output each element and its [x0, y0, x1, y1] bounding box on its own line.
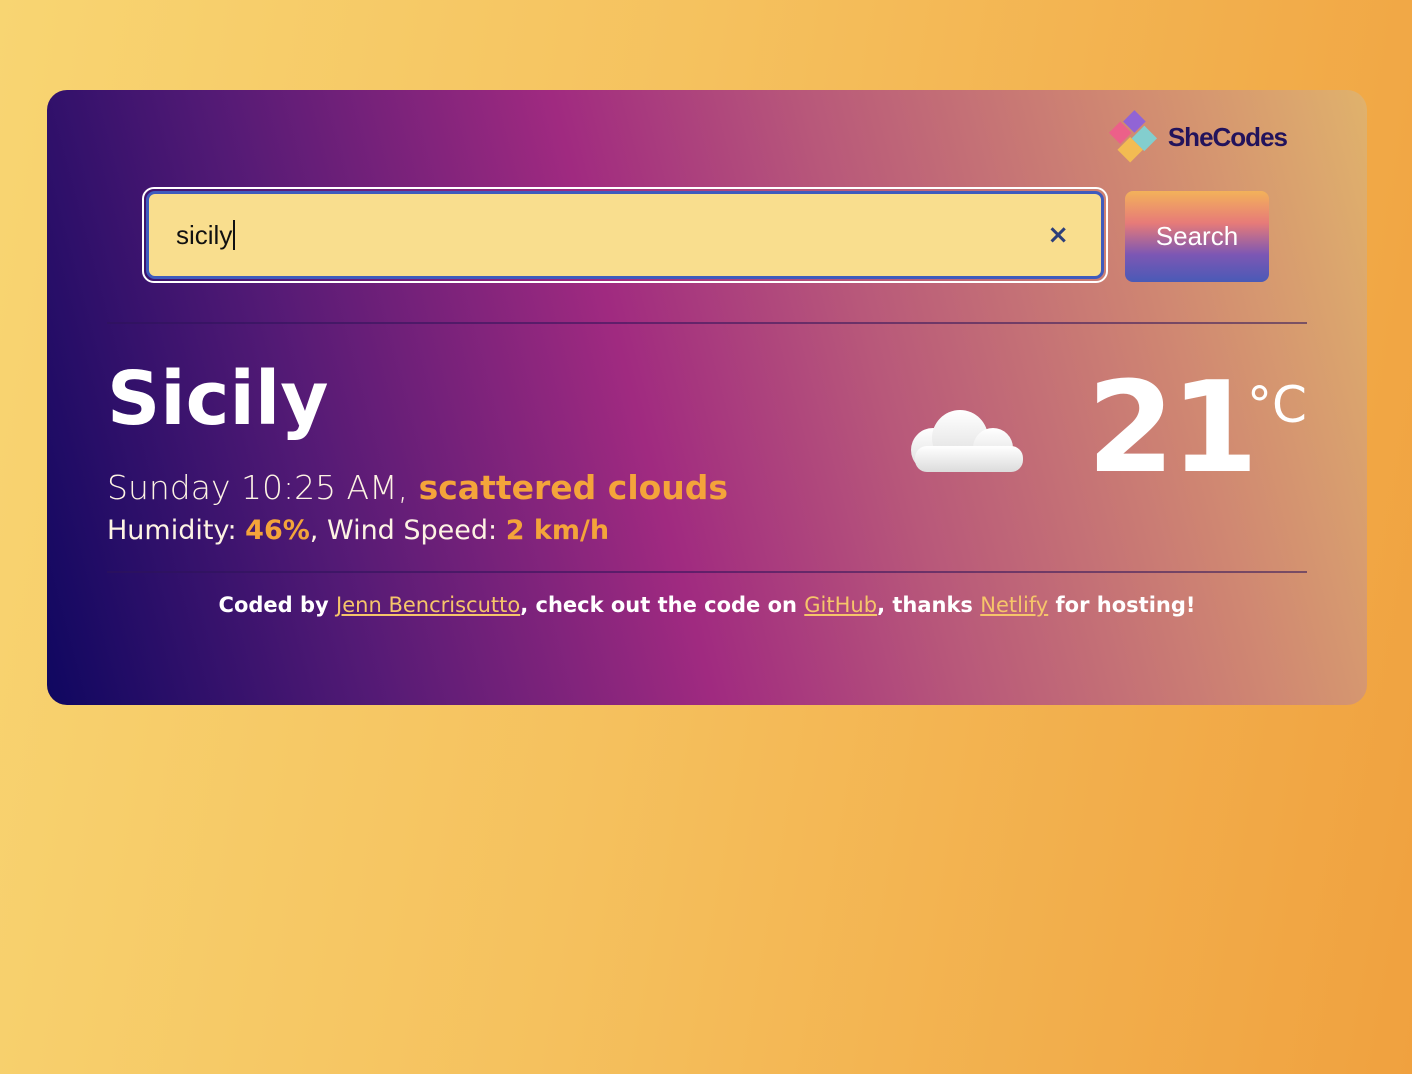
footer-thanks: , thanks: [877, 593, 973, 617]
search-field[interactable]: sicily ×: [146, 191, 1104, 279]
author-link[interactable]: Jenn Bencriscutto: [336, 593, 520, 617]
temperature-value: 21: [1087, 354, 1258, 501]
divider: [107, 322, 1307, 324]
weather-card: SheCodes sicily × Search Sicily Sunday 1…: [47, 90, 1367, 705]
shecodes-logo-icon: [1108, 110, 1157, 163]
footer-prefix: Coded by: [218, 593, 329, 617]
search-button[interactable]: Search: [1125, 191, 1269, 282]
humidity-label: Humidity:: [107, 515, 237, 546]
cloud-icon: [911, 410, 1023, 472]
logo-text: SheCodes: [1167, 121, 1288, 152]
date-description-line: Sunday 10:25 AM, scattered clouds: [107, 468, 728, 507]
footer: Coded by Jenn Bencriscutto, check out th…: [47, 593, 1367, 617]
footer-middle: , check out the code on: [520, 593, 797, 617]
temperature-unit[interactable]: °C: [1247, 380, 1307, 430]
weather-description: scattered clouds: [418, 468, 729, 507]
search-input-value[interactable]: sicily: [176, 220, 232, 251]
divider: [107, 571, 1307, 573]
footer-suffix: for hosting!: [1055, 593, 1196, 617]
city-name: Sicily: [107, 356, 329, 442]
text-caret: [233, 220, 235, 250]
github-link[interactable]: GitHub: [804, 593, 877, 617]
humidity-value: 46%: [245, 515, 310, 546]
humidity-wind-line: Humidity: 46%, Wind Speed: 2 km/h: [107, 515, 609, 546]
netlify-link[interactable]: Netlify: [980, 593, 1048, 617]
search-input[interactable]: sicily ×: [142, 187, 1108, 283]
clear-icon[interactable]: ×: [1047, 220, 1069, 250]
day-time: Sunday 10:25 AM,: [107, 468, 409, 507]
shecodes-logo[interactable]: SheCodes: [1104, 108, 1288, 166]
wind-label: , Wind Speed:: [309, 515, 498, 546]
wind-value: 2 km/h: [505, 515, 610, 546]
